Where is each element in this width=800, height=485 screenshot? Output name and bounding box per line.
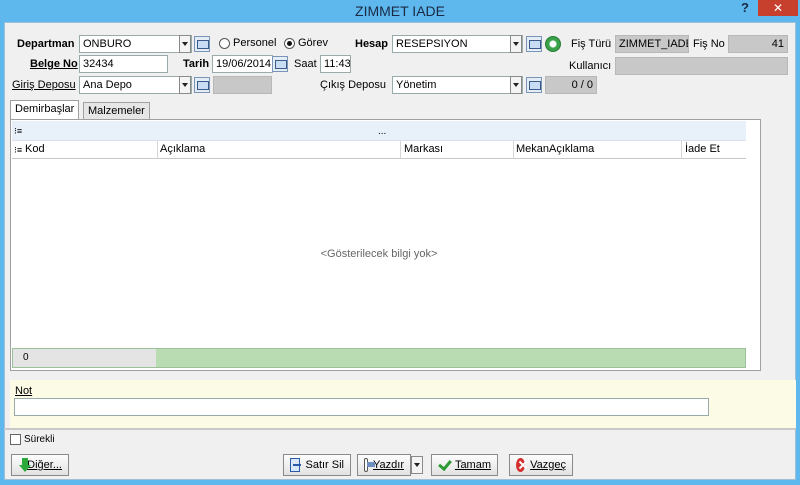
cikis-deposu-select[interactable]: Yönetim — [392, 76, 523, 94]
tarih-input[interactable]: 19/06/2014 — [212, 55, 273, 73]
cikis-deposu-lookup-button[interactable] — [526, 77, 542, 93]
bottom-separator — [4, 428, 796, 430]
fis-no-label: Fiş No — [693, 38, 725, 50]
check-icon — [438, 458, 450, 472]
diger-button-label: Diğer... — [27, 459, 62, 471]
column-chooser-icon[interactable]: ⁝≡ — [14, 145, 22, 156]
footer-count: 0 — [13, 349, 156, 367]
giris-deposu-label: Giriş Deposu — [12, 79, 76, 91]
surekli-label: Sürekli — [24, 434, 55, 445]
belge-no-label: Belge No — [30, 58, 78, 70]
close-button[interactable]: ✕ — [758, 0, 798, 16]
refresh-icon[interactable] — [545, 36, 561, 52]
column-header-aciklama[interactable]: Açıklama — [160, 143, 205, 155]
cikis-deposu-label: Çıkış Deposu — [320, 79, 387, 91]
hesap-lookup-button[interactable] — [526, 36, 542, 52]
departman-select[interactable]: ONBURO — [79, 35, 192, 53]
diger-button[interactable]: Diğer... — [11, 454, 69, 476]
hesap-select[interactable]: RESEPSIYON — [392, 35, 523, 53]
satir-sil-button[interactable]: Satır Sil — [283, 454, 351, 476]
column-divider — [157, 141, 158, 159]
departman-label: Departman — [17, 38, 75, 50]
vertical-scrollbar[interactable] — [746, 121, 760, 369]
print-icon — [364, 458, 376, 472]
saat-label: Saat — [294, 58, 317, 70]
column-header-markasi[interactable]: Markası — [404, 143, 443, 155]
giris-deposu-extra-field — [213, 76, 272, 94]
window-title: ZIMMET IADE — [355, 3, 445, 19]
tamam-button-label: Tamam — [454, 459, 491, 471]
vazgec-button[interactable]: Vazgeç — [509, 454, 573, 476]
giris-deposu-dropdown-button[interactable] — [179, 76, 191, 94]
column-divider — [513, 141, 514, 159]
hesap-label: Hesap — [355, 38, 389, 50]
empty-grid-message: <Gösterilecek bilgi yok> — [320, 248, 438, 260]
yazdir-button[interactable]: Yazdır — [357, 454, 411, 476]
column-header-iade-et[interactable]: İade Et — [685, 143, 720, 155]
tab-demirbaslar[interactable]: Demirbaşlar — [10, 100, 80, 119]
cikis-deposu-dropdown-button[interactable] — [510, 76, 522, 94]
departman-lookup-button[interactable] — [194, 36, 210, 52]
column-divider — [400, 141, 401, 159]
tab-malzemeler[interactable]: Malzemeler — [83, 102, 150, 119]
grid-header — [12, 141, 746, 159]
radio-personel-label: Personel — [233, 37, 277, 49]
belge-no-input[interactable]: 32434 — [79, 55, 168, 73]
down-arrow-icon — [18, 458, 32, 472]
kullanici-field — [615, 57, 788, 75]
tamam-button[interactable]: Tamam — [431, 454, 498, 476]
column-header-mekan-aciklama[interactable]: MekanAçıklama — [516, 143, 594, 155]
hesap-dropdown-button[interactable] — [510, 35, 522, 53]
fis-turu-label: Fiş Türü — [571, 38, 612, 50]
yazdir-dropdown-button[interactable] — [411, 456, 423, 474]
radio-gorev[interactable] — [284, 38, 295, 49]
departman-dropdown-button[interactable] — [179, 35, 191, 53]
giris-deposu-lookup-button[interactable] — [194, 77, 210, 93]
group-panel-icon[interactable]: ⁝≡ — [14, 126, 22, 137]
calendar-button[interactable] — [272, 56, 288, 72]
column-divider — [681, 141, 682, 159]
satir-sil-button-label: Satır Sil — [305, 459, 344, 471]
group-panel-text: ... — [378, 126, 387, 137]
saat-input[interactable]: 11:43 — [320, 55, 351, 73]
surekli-checkbox[interactable] — [10, 434, 21, 445]
kullanici-label: Kullanıcı — [569, 60, 612, 72]
note-label: Not — [15, 385, 33, 397]
vazgec-button-label: Vazgeç — [530, 459, 566, 471]
row-delete-icon — [290, 458, 302, 472]
note-input[interactable] — [14, 398, 709, 416]
cancel-icon — [516, 458, 526, 472]
radio-personel[interactable] — [219, 38, 230, 49]
radio-gorev-label: Görev — [298, 37, 328, 49]
tarih-label: Tarih — [183, 58, 210, 70]
fis-turu-field: ZIMMET_IADE — [615, 35, 689, 53]
column-header-kod[interactable]: Kod — [25, 143, 45, 155]
help-button[interactable]: ? — [738, 0, 752, 16]
giris-deposu-select[interactable]: Ana Depo — [79, 76, 192, 94]
cikis-count-field: 0 / 0 — [545, 76, 597, 94]
fis-no-field: 41 — [728, 35, 788, 53]
yazdir-button-label: Yazdır — [373, 459, 404, 471]
